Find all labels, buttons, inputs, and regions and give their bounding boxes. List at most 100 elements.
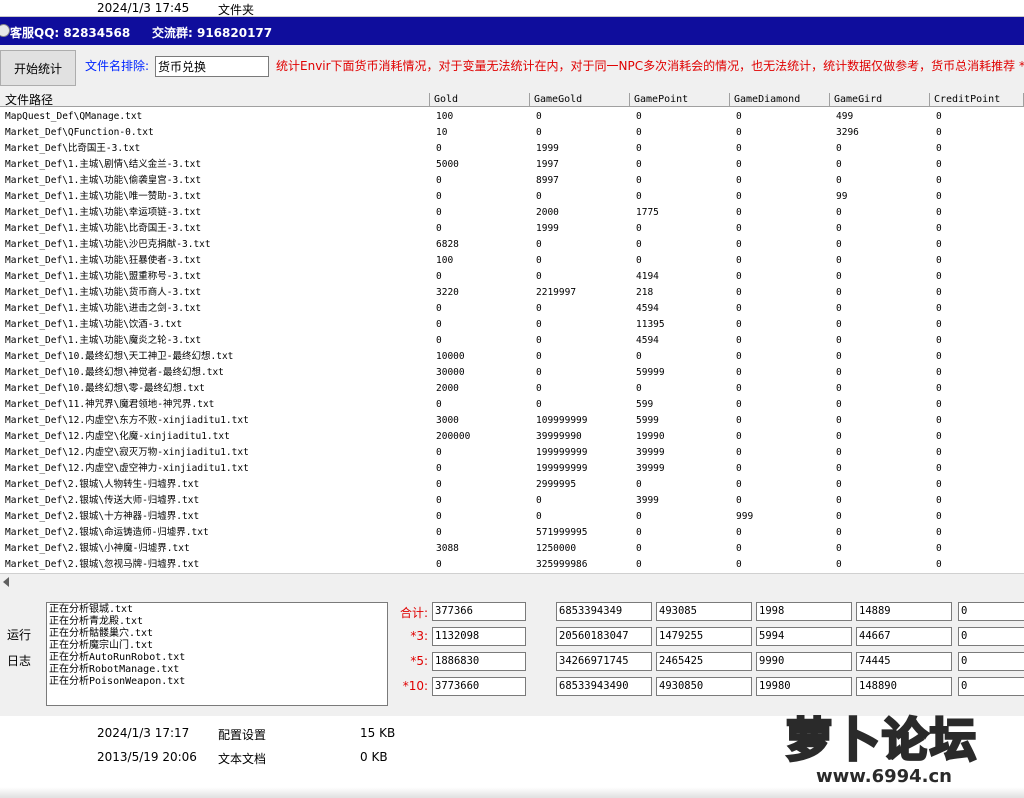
summary-value-box[interactable]: 0 (958, 627, 1024, 646)
table-row[interactable]: Market_Def\1.主城\功能\饮酒-3.txt 0 0 11395 0 0 0 (0, 317, 1024, 333)
cell-value: 0 (936, 159, 942, 170)
summary-value-box[interactable]: 3773660 (432, 677, 526, 696)
summary-value-box[interactable]: 0 (958, 652, 1024, 671)
summary-value-box[interactable]: 20560183047 (556, 627, 652, 646)
log-line: 正在分析RobotManage.txt (49, 664, 180, 675)
table-row[interactable]: Market_Def\12.内虚空\东方不败-xinjiaditu1.txt 30… (0, 413, 1024, 429)
table-row[interactable]: Market_Def\1.主城\功能\货币商人-3.txt 3220 2219997… (0, 285, 1024, 301)
table-row[interactable]: Market_Def\1.主城\剧情\结义金兰-3.txt 5000 1997 0 0 0… (0, 157, 1024, 173)
table-row[interactable]: Market_Def\1.主城\功能\沙巴克捐献-3.txt 6828 0 0 0 0 0 (0, 237, 1024, 253)
summary-value-box[interactable]: 74445 (856, 652, 952, 671)
cell-value: 0 (936, 447, 942, 458)
cell-value: 0 (736, 319, 742, 330)
table-row[interactable]: Market_Def\12.内虚空\虚空神力-xinjiaditu1.txt 0 1… (0, 461, 1024, 477)
summary-value-box[interactable]: 2465425 (656, 652, 752, 671)
cell-value: 100 (436, 255, 454, 266)
cell-value: 0 (836, 207, 842, 218)
table-row[interactable]: MapQuest_Def\QManage.txt 100 0 0 0 499 0 (0, 109, 1024, 125)
cell-file-path: Market_Def\10.最终幻想\天工神卫-最终幻想.txt (5, 351, 234, 362)
summary-value-box[interactable]: 0 (958, 602, 1024, 621)
log-line: 正在分析骷髅巢穴.txt (49, 628, 154, 639)
cell-value: 0 (936, 271, 942, 282)
summary-value-box[interactable]: 5994 (756, 627, 852, 646)
summary-value-box[interactable]: 9990 (756, 652, 852, 671)
table-row[interactable]: Market_Def\2.银城\小神魔-归墟界.txt 3088 1250000 0 0… (0, 541, 1024, 557)
table-row[interactable]: Market_Def\1.主城\功能\进击之剑-3.txt 0 0 4594 0 0 0 (0, 301, 1024, 317)
summary-value-box[interactable]: 1132098 (432, 627, 526, 646)
summary-value-box[interactable]: 0 (958, 677, 1024, 696)
table-row[interactable]: Market_Def\10.最终幻想\天工神卫-最终幻想.txt 10000 0 0 0… (0, 349, 1024, 365)
cell-value: 0 (836, 559, 842, 570)
table-row[interactable]: Market_Def\QFunction-0.txt 10 0 0 0 3296 0 (0, 125, 1024, 141)
cell-value: 59999 (636, 367, 665, 378)
summary-value-box[interactable]: 34266971745 (556, 652, 652, 671)
results-table[interactable]: 文件路径 Gold GameGold GamePoint GameDiamond Game… (0, 93, 1024, 573)
table-row[interactable]: Market_Def\2.银城\十方神器-归墟界.txt 0 0 0 999 0 0 (0, 509, 1024, 525)
cell-value: 0 (636, 159, 642, 170)
cell-value: 1999 (536, 143, 559, 154)
column-header-2[interactable]: GameGold (530, 93, 630, 107)
table-row[interactable]: Market_Def\1.主城\功能\比奇国王-3.txt 0 1999 0 0 0 0 (0, 221, 1024, 237)
summary-value-box[interactable]: 14889 (856, 602, 952, 621)
table-row[interactable]: Market_Def\1.主城\功能\魔炎之轮-3.txt 0 0 4594 0 0 0 (0, 333, 1024, 349)
cell-value: 2000 (436, 383, 459, 394)
cell-value: 0 (736, 415, 742, 426)
run-log-label: 运行日志 (6, 628, 31, 668)
file-date: 2024/1/3 17:45 (97, 1, 190, 15)
summary-value-box[interactable]: 19980 (756, 677, 852, 696)
column-header-6[interactable]: CreditPoint (930, 93, 1024, 107)
cell-file-path: Market_Def\1.主城\功能\唯一赞助-3.txt (5, 191, 202, 202)
table-row[interactable]: Market_Def\2.银城\人物转生-归墟界.txt 0 2999995 0 0 0 0 (0, 477, 1024, 493)
column-header-0[interactable]: 文件路径 (0, 93, 430, 107)
table-row[interactable]: Market_Def\2.银城\传送大师-归墟界.txt 0 0 3999 0 0 0 (0, 493, 1024, 509)
cell-file-path: Market_Def\1.主城\功能\沙巴克捐献-3.txt (5, 239, 211, 250)
cell-value: 0 (436, 527, 442, 538)
table-row[interactable]: Market_Def\12.内虚空\化魔-xinjiaditu1.txt 2000… (0, 429, 1024, 445)
horizontal-scrollbar[interactable] (0, 573, 1024, 590)
cell-value: 0 (836, 511, 842, 522)
table-row[interactable]: Market_Def\11.神咒界\魔君领地-神咒界.txt 0 0 599 0 0 0 (0, 397, 1024, 413)
exclude-label: 文件名排除: (85, 59, 150, 73)
summary-value-box[interactable]: 4930850 (656, 677, 752, 696)
table-row[interactable]: Market_Def\1.主城\功能\偷袭皇宫-3.txt 0 8997 0 0 0 0 (0, 173, 1024, 189)
cell-value: 10 (436, 127, 448, 138)
cell-value: 0 (736, 207, 742, 218)
table-row[interactable]: Market_Def\2.银城\忽视马牌-归墟界.txt 0 325999986 0 0… (0, 557, 1024, 573)
table-row[interactable]: Market_Def\10.最终幻想\神觉者-最终幻想.txt 30000 0 599… (0, 365, 1024, 381)
table-row[interactable]: Market_Def\1.主城\功能\唯一赞助-3.txt 0 0 0 0 99 0 (0, 189, 1024, 205)
cell-value: 0 (936, 239, 942, 250)
column-header-4[interactable]: GameDiamond (730, 93, 830, 107)
column-header-5[interactable]: GameGird (830, 93, 930, 107)
table-header: 文件路径 Gold GameGold GamePoint GameDiamond Game… (0, 93, 1024, 107)
run-log-box[interactable]: 正在分析银城.txt 正在分析青龙殿.txt 正在分析骷髅巢穴.txt 正在分析魔宗山… (46, 602, 388, 706)
cell-value: 0 (836, 287, 842, 298)
table-row[interactable]: Market_Def\1.主城\功能\盟重称号-3.txt 0 0 4194 0 0 0 (0, 269, 1024, 285)
cell-value: 0 (736, 239, 742, 250)
summary-value-box[interactable]: 377366 (432, 602, 526, 621)
cell-value: 0 (736, 175, 742, 186)
summary-value-box[interactable]: 1479255 (656, 627, 752, 646)
cell-value: 0 (936, 303, 942, 314)
summary-value-box[interactable]: 1998 (756, 602, 852, 621)
summary-value-box[interactable]: 148890 (856, 677, 952, 696)
cell-value: 0 (736, 335, 742, 346)
summary-value-box[interactable]: 68533943490 (556, 677, 652, 696)
exclude-filename-input[interactable] (155, 56, 269, 77)
cell-value: 0 (436, 143, 442, 154)
summary-value-box[interactable]: 44667 (856, 627, 952, 646)
table-row[interactable]: Market_Def\1.主城\功能\幸运项链-3.txt 0 2000 1775 0 0… (0, 205, 1024, 221)
table-row[interactable]: Market_Def\比奇国王-3.txt 0 1999 0 0 0 0 (0, 141, 1024, 157)
summary-value-box[interactable]: 493085 (656, 602, 752, 621)
column-header-1[interactable]: Gold (430, 93, 530, 107)
table-row[interactable]: Market_Def\10.最终幻想\零-最终幻想.txt 2000 0 0 0 0 0 (0, 381, 1024, 397)
table-row[interactable]: Market_Def\1.主城\功能\狂暴使者-3.txt 100 0 0 0 0 0 (0, 253, 1024, 269)
cell-value: 571999995 (536, 527, 588, 538)
start-statistics-button[interactable]: 开始统计 (0, 50, 76, 86)
scroll-left-icon[interactable] (3, 577, 9, 587)
cell-value: 0 (436, 319, 442, 330)
summary-value-box[interactable]: 1886830 (432, 652, 526, 671)
summary-value-box[interactable]: 6853394349 (556, 602, 652, 621)
column-header-3[interactable]: GamePoint (630, 93, 730, 107)
table-row[interactable]: Market_Def\2.银城\命运铸造师-归墟界.txt 0 571999995 0… (0, 525, 1024, 541)
table-row[interactable]: Market_Def\12.内虚空\寂灭万物-xinjiaditu1.txt 0 1… (0, 445, 1024, 461)
